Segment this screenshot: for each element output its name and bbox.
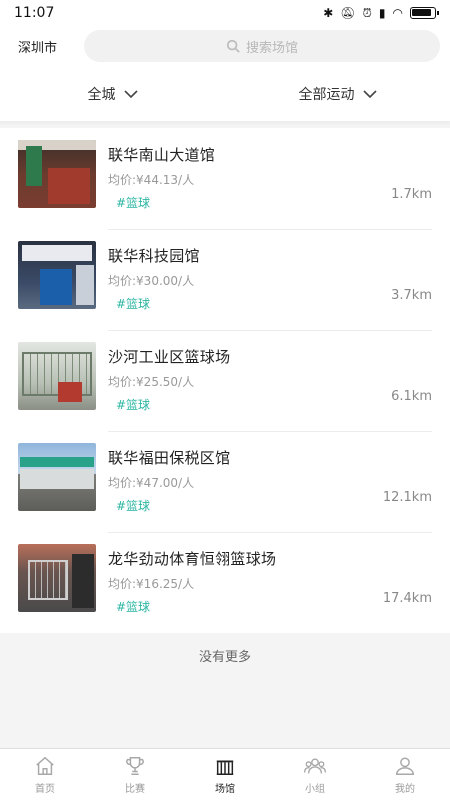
city-selector[interactable]: 深圳市 bbox=[18, 37, 84, 56]
venue-tag: #篮球 bbox=[116, 297, 151, 311]
status-time: 11:07 bbox=[14, 5, 55, 21]
venue-item[interactable]: 联华福田保税区馆 均价:¥47.00/人 #篮球 12.1km bbox=[0, 431, 450, 532]
tab-label: 小组 bbox=[305, 783, 325, 795]
no-more-label: 没有更多 bbox=[198, 650, 251, 665]
sport-filter-label: 全部运动 bbox=[298, 86, 355, 103]
venue-name: 龙华劲动体育恒翎篮球场 bbox=[108, 550, 277, 568]
status-icons: ✱ 🔕︎ ⏰︎ ▮ ◠ bbox=[323, 5, 439, 21]
venue-price: 均价:¥30.00/人 bbox=[108, 274, 195, 288]
venue-icon bbox=[216, 760, 234, 775]
venue-list: 联华南山大道馆 均价:¥44.13/人 #篮球 1.7km 联华科技园馆 均价:… bbox=[0, 128, 450, 633]
status-bar: 11:07 ✱ 🔕︎ ⏰︎ ▮ ◠ bbox=[0, 0, 450, 26]
search-placeholder: 搜索场馆 bbox=[245, 40, 298, 56]
tab-label: 我的 bbox=[395, 783, 415, 795]
venue-item[interactable]: 联华南山大道馆 均价:¥44.13/人 #篮球 1.7km bbox=[0, 128, 450, 229]
tab-label: 比赛 bbox=[125, 783, 145, 795]
venue-distance: 1.7km bbox=[391, 187, 432, 202]
venue-name: 联华科技园馆 bbox=[108, 247, 200, 265]
venue-thumbnail bbox=[18, 140, 96, 208]
venue-item[interactable]: 联华科技园馆 均价:¥30.00/人 #篮球 3.7km bbox=[0, 229, 450, 330]
tab-group[interactable]: 小组 bbox=[270, 749, 360, 800]
venue-thumbnail bbox=[18, 443, 96, 511]
venue-tag: #篮球 bbox=[116, 196, 151, 210]
search-icon bbox=[226, 39, 240, 53]
venue-price: 均价:¥47.00/人 bbox=[108, 476, 195, 490]
sport-filter[interactable]: 全部运动 bbox=[225, 66, 450, 121]
area-filter-label: 全城 bbox=[87, 86, 116, 103]
tab-match[interactable]: 比赛 bbox=[90, 749, 180, 800]
venue-item[interactable]: 龙华劲动体育恒翎篮球场 均价:¥16.25/人 #篮球 17.4km bbox=[0, 532, 450, 633]
venue-tag: #篮球 bbox=[116, 398, 151, 412]
venue-thumbnail bbox=[18, 342, 96, 410]
bluetooth-icon: ✱ bbox=[323, 6, 334, 20]
venue-distance: 12.1km bbox=[382, 490, 432, 505]
home-icon bbox=[36, 756, 54, 775]
tab-home[interactable]: 首页 bbox=[0, 749, 90, 800]
venue-price: 均价:¥44.13/人 bbox=[108, 173, 195, 187]
filter-bar: 全城 全部运动 bbox=[0, 66, 450, 122]
venue-name: 联华福田保税区馆 bbox=[108, 449, 231, 467]
venue-distance: 6.1km bbox=[391, 389, 432, 404]
hd-signal-icon: ▮ bbox=[378, 6, 386, 20]
wifi-icon: ◠ bbox=[392, 6, 403, 20]
tab-label: 首页 bbox=[35, 783, 55, 795]
header: 深圳市 搜索场馆 bbox=[0, 26, 450, 66]
venue-price: 均价:¥16.25/人 bbox=[108, 577, 195, 591]
bottom-tab-bar: 首页 比赛 场馆 小组 我的 bbox=[0, 748, 450, 800]
tab-venue[interactable]: 场馆 bbox=[180, 749, 270, 800]
chevron-down-icon bbox=[123, 89, 138, 98]
mute-icon: 🔕︎ bbox=[340, 6, 356, 20]
venue-name: 联华南山大道馆 bbox=[108, 146, 216, 164]
venue-price: 均价:¥25.50/人 bbox=[108, 375, 195, 389]
profile-icon bbox=[396, 756, 414, 775]
venue-thumbnail bbox=[18, 241, 96, 309]
chevron-down-icon bbox=[362, 89, 377, 98]
venue-name: 沙河工业区篮球场 bbox=[108, 348, 231, 366]
tab-label: 场馆 bbox=[215, 783, 235, 795]
tab-profile[interactable]: 我的 bbox=[360, 749, 450, 800]
venue-distance: 3.7km bbox=[391, 288, 432, 303]
venue-distance: 17.4km bbox=[382, 591, 432, 606]
search-input[interactable]: 搜索场馆 bbox=[84, 30, 440, 62]
venue-thumbnail bbox=[18, 544, 96, 612]
trophy-icon bbox=[126, 756, 144, 775]
battery-icon bbox=[410, 7, 439, 19]
area-filter[interactable]: 全城 bbox=[0, 66, 225, 121]
venue-item[interactable]: 沙河工业区篮球场 均价:¥25.50/人 #篮球 6.1km bbox=[0, 330, 450, 431]
alarm-icon: ⏰︎ bbox=[362, 5, 372, 20]
group-icon bbox=[304, 757, 326, 773]
